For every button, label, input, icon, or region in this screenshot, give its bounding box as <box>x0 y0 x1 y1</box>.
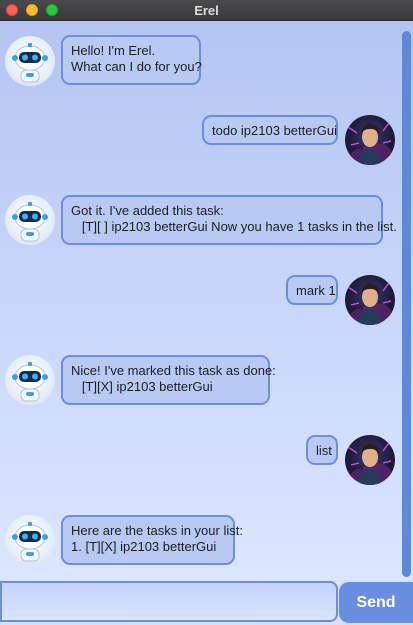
bot-message-bubble: Hello! I'm Erel. What can I do for you? <box>61 35 202 85</box>
user-message-bubble: list <box>306 435 338 465</box>
title-bar: Erel <box>0 0 413 21</box>
user-avatar-icon <box>345 275 395 325</box>
bot-avatar-icon <box>5 515 55 565</box>
close-window-button[interactable] <box>6 4 18 16</box>
bot-avatar-icon <box>5 36 55 86</box>
chat-area[interactable]: Hello! I'm Erel. What can I do for you? … <box>0 21 413 580</box>
send-button[interactable]: Send <box>339 582 413 623</box>
bot-message-bubble: Nice! I've marked this task as done: [T]… <box>61 355 276 405</box>
zoom-window-button[interactable] <box>46 4 58 16</box>
bot-message-bubble: Here are the tasks in your list: 1. [T][… <box>61 515 243 565</box>
chat-scrollbar[interactable] <box>402 31 411 577</box>
bot-avatar-icon <box>5 355 55 405</box>
user-avatar-icon <box>345 115 395 165</box>
minimize-window-button[interactable] <box>26 4 38 16</box>
user-avatar-icon <box>345 435 395 485</box>
user-message-bubble: mark 1 <box>286 275 338 305</box>
bot-message-bubble: Got it. I've added this task: [T][ ] ip2… <box>61 195 397 245</box>
window-title: Erel <box>194 3 219 18</box>
user-message-bubble: todo ip2103 betterGui <box>202 115 338 145</box>
bot-avatar-icon <box>5 195 55 245</box>
message-input[interactable] <box>0 581 338 622</box>
